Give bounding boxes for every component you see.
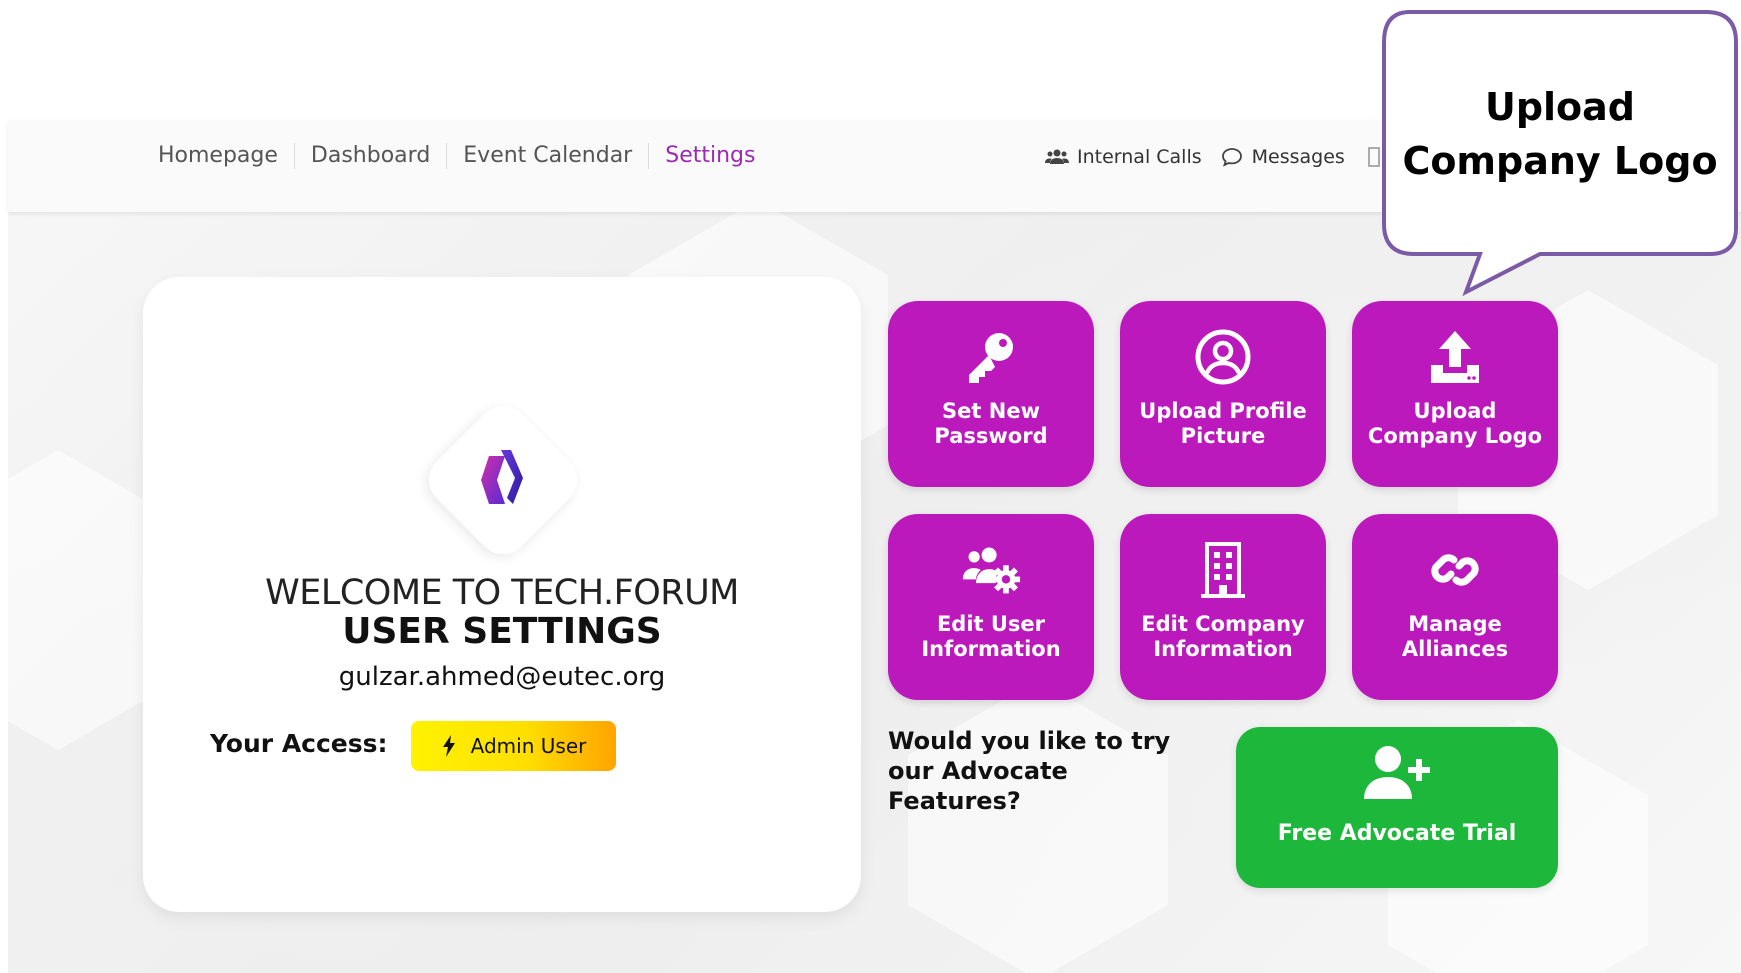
access-badge-label: Admin User	[470, 734, 587, 758]
key-icon	[969, 333, 1013, 383]
tile-label: Upload Company Logo	[1367, 399, 1543, 448]
upload-company-logo-tile[interactable]: Upload Company Logo	[1352, 301, 1558, 487]
user-circle-icon	[1195, 329, 1251, 385]
user-email: gulzar.ahmed@eutec.org	[338, 662, 666, 692]
upload-profile-picture-tile[interactable]: Upload Profile Picture	[1120, 301, 1326, 487]
messages-link[interactable]: Messages	[1220, 145, 1345, 169]
users-gear-icon	[962, 547, 1021, 594]
internal-calls-label: Internal Calls	[1077, 146, 1202, 168]
access-label: Your Access:	[210, 729, 388, 758]
welcome-heading: WELCOME TO TECH.FORUM	[265, 573, 739, 613]
nav-item-homepage[interactable]: Homepage	[150, 143, 295, 169]
tile-label: Edit Company Information	[1141, 612, 1305, 661]
link-icon	[1431, 554, 1479, 586]
right-nav: Internal Calls Messages	[1045, 142, 1387, 172]
building-icon	[1201, 542, 1245, 598]
tile-label: Set New Password	[934, 399, 1048, 448]
nav-item-dashboard[interactable]: Dashboard	[295, 143, 448, 169]
edit-company-information-tile[interactable]: Edit Company Information	[1120, 514, 1326, 700]
nav-item-event-calendar[interactable]: Event Calendar	[447, 143, 650, 169]
main-nav: Homepage Dashboard Event Calendar Settin…	[150, 140, 771, 172]
upload-icon	[1431, 331, 1479, 383]
bg-hexagon	[908, 680, 1168, 973]
free-advocate-trial-button[interactable]: Free Advocate Trial	[1236, 727, 1558, 888]
tile-label: Edit User Information	[921, 612, 1061, 661]
internal-calls-link[interactable]: Internal Calls	[1045, 145, 1202, 169]
users-icon	[1045, 149, 1069, 164]
free-advocate-trial-label: Free Advocate Trial	[1277, 821, 1517, 846]
tech-forum-logo-icon	[481, 450, 523, 504]
chat-bubble-icon	[1221, 148, 1242, 167]
lightning-icon	[442, 735, 455, 757]
nav-item-settings[interactable]: Settings	[649, 143, 771, 169]
advocate-question: Would you like to try our Advocate Featu…	[888, 727, 1171, 815]
add-user-icon	[1364, 746, 1430, 799]
access-badge[interactable]: Admin User	[411, 721, 616, 771]
manage-alliances-tile[interactable]: Manage Alliances	[1352, 514, 1558, 700]
tile-label: Upload Profile Picture	[1139, 399, 1307, 448]
tile-label: Manage Alliances	[1401, 612, 1509, 661]
page-title: USER SETTINGS	[342, 611, 662, 652]
edit-user-information-tile[interactable]: Edit User Information	[888, 514, 1094, 700]
messages-label: Messages	[1251, 146, 1345, 168]
callout-text: Upload Company Logo	[1402, 85, 1718, 183]
set-new-password-tile[interactable]: Set New Password	[888, 301, 1094, 487]
